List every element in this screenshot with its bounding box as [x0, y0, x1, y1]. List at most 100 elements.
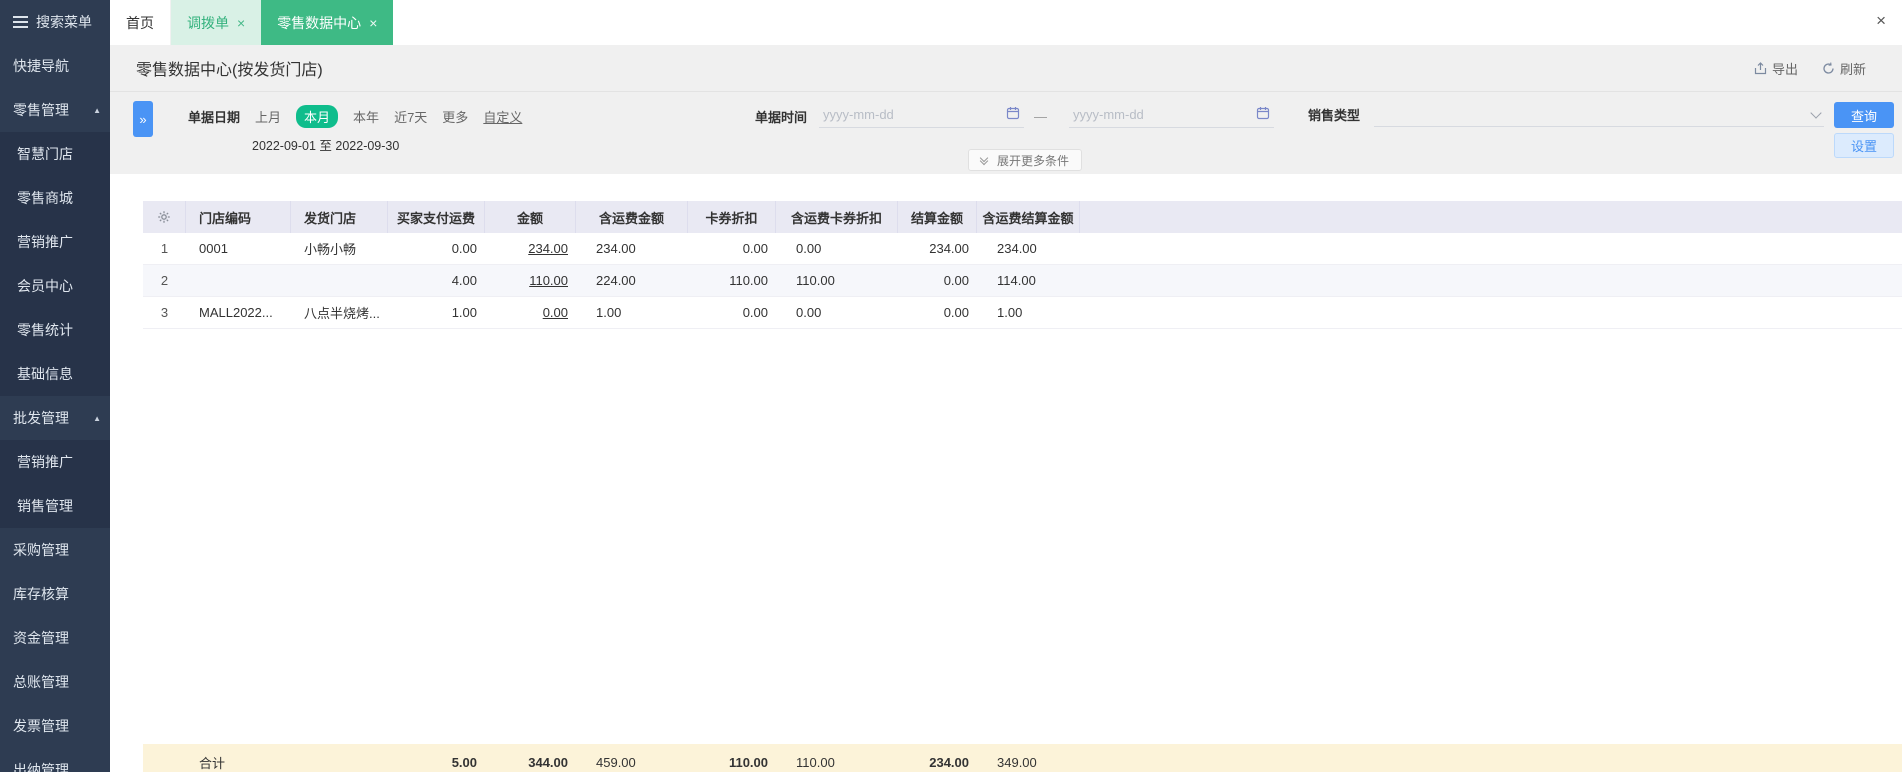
query-button[interactable]: 查询 [1834, 102, 1894, 128]
caret-up-icon: ▲ [93, 413, 101, 423]
sidebar-item-quick-nav[interactable]: 快捷导航 [0, 44, 110, 88]
cell-coupon-discount: 110.00 [729, 273, 768, 288]
end-date-field [1069, 105, 1275, 128]
column-settings-button[interactable] [143, 201, 186, 233]
table-row[interactable]: 3 MALL2022... 八点半烧烤... 1.00 0.00 1.00 0.… [143, 297, 1902, 329]
table-header-row: 门店编码 发货门店 买家支付运费 金额 含运费金额 卡券折扣 含运费卡券折扣 结… [143, 201, 1902, 233]
col-header-store-code[interactable]: 门店编码 [186, 201, 291, 233]
export-button[interactable]: 导出 [1754, 59, 1798, 78]
sidebar-item-retail-mall[interactable]: 零售商城 [0, 176, 110, 220]
col-header-coupon-incl-shipping[interactable]: 含运费卡券折扣 [776, 201, 898, 233]
collapse-filter-button[interactable]: » [133, 101, 153, 137]
cell-coupon-discount: 0.00 [742, 241, 768, 256]
cell-amount: 234.00 [485, 241, 576, 256]
cell-store-name: 八点半烧烤... [304, 306, 380, 321]
tab-close-icon[interactable]: × [237, 16, 245, 30]
sidebar-item-label: 零售商城 [17, 190, 73, 206]
refresh-label: 刷新 [1839, 61, 1866, 77]
sidebar: 搜索菜单 快捷导航 零售管理 ▲ 智慧门店 零售商城 营销推广 会员中心 零售统计… [0, 0, 110, 772]
close-icon[interactable]: × [1876, 11, 1886, 31]
settings-button[interactable]: 设置 [1834, 133, 1894, 158]
sidebar-search-menu[interactable]: 搜索菜单 [0, 0, 110, 44]
refresh-button[interactable]: 刷新 [1822, 59, 1866, 78]
sidebar-item-member-center[interactable]: 会员中心 [0, 264, 110, 308]
cell-store-code: MALL2022... [199, 305, 273, 320]
sidebar-item-wholesale-marketing[interactable]: 营销推广 [0, 440, 110, 484]
col-header-amount[interactable]: 金额 [485, 201, 576, 233]
date-option-more[interactable]: 更多 [442, 107, 468, 126]
amount-link[interactable]: 0.00 [543, 305, 568, 320]
cell-coupon-discount: 0.00 [742, 305, 768, 320]
sidebar-item-basic-info[interactable]: 基础信息 [0, 352, 110, 396]
cell-settlement-incl-shipping: 114.00 [997, 273, 1036, 288]
date-option-this-month[interactable]: 本月 [296, 105, 339, 128]
sidebar-item-retail-marketing[interactable]: 营销推广 [0, 220, 110, 264]
sidebar-item-label: 发票管理 [13, 718, 69, 734]
tab-label: 首页 [126, 14, 154, 31]
sidebar-group-wholesale-mgmt[interactable]: 批发管理 ▲ [0, 396, 110, 440]
cell-settlement-incl-shipping: 234.00 [997, 241, 1037, 256]
tab-transfer-order[interactable]: 调拨单 × [171, 0, 262, 45]
end-date-input[interactable] [1069, 105, 1275, 128]
expand-more-conditions-button[interactable]: 展开更多条件 [968, 149, 1083, 171]
col-header-shipping-store[interactable]: 发货门店 [291, 201, 388, 233]
col-header-settlement-incl-shipping[interactable]: 含运费结算金额 [977, 201, 1080, 233]
sidebar-item-label: 快捷导航 [13, 58, 69, 74]
cell-buyer-shipping: 4.00 [451, 273, 477, 288]
col-header-amount-incl-shipping[interactable]: 含运费金额 [576, 201, 688, 233]
sidebar-item-label: 营销推广 [17, 454, 73, 470]
table-row[interactable]: 2 4.00 110.00 224.00 110.00 110.00 0.00 … [143, 265, 1902, 297]
sidebar-item-label: 批发管理 [13, 410, 69, 426]
sidebar-item-inventory-accounting[interactable]: 库存核算 [0, 572, 110, 616]
date-option-this-year[interactable]: 本年 [353, 107, 379, 126]
sidebar-item-label: 会员中心 [17, 278, 73, 294]
tab-label: 零售数据中心 [277, 14, 362, 31]
date-option-last-7-days[interactable]: 近7天 [394, 107, 427, 126]
col-header-settlement[interactable]: 结算金额 [898, 201, 977, 233]
cell-buyer-shipping: 0.00 [451, 241, 477, 256]
cell-buyer-shipping: 1.00 [451, 305, 477, 320]
sidebar-item-retail-stats[interactable]: 零售统计 [0, 308, 110, 352]
tab-bar: 首页 调拨单 × 零售数据中心 × × [110, 0, 1902, 45]
sidebar-item-funds-mgmt[interactable]: 资金管理 [0, 616, 110, 660]
sidebar-item-label: 销售管理 [17, 498, 73, 514]
tab-retail-data-center[interactable]: 零售数据中心 × [261, 0, 394, 45]
expand-more-label: 展开更多条件 [997, 153, 1070, 168]
cell-settlement: 0.00 [943, 305, 969, 320]
sidebar-item-general-ledger[interactable]: 总账管理 [0, 660, 110, 704]
amount-link[interactable]: 234.00 [528, 241, 568, 256]
sidebar-item-purchase-mgmt[interactable]: 采购管理 [0, 528, 110, 572]
filter-bar: » 单据日期 上月 本月 本年 近7天 更多 自定义 2022-09-01 至 … [110, 91, 1902, 174]
cell-amount-incl-shipping: 234.00 [596, 241, 636, 256]
totals-buyer-shipping: 5.00 [451, 754, 477, 770]
table-row[interactable]: 1 0001 小畅小畅 0.00 234.00 234.00 0.00 0.00… [143, 233, 1902, 265]
totals-amount-incl-shipping: 459.00 [596, 754, 636, 770]
sales-type-select[interactable] [1374, 105, 1825, 127]
col-header-coupon-discount[interactable]: 卡券折扣 [688, 201, 776, 233]
cell-row-index: 3 [160, 305, 169, 320]
cell-amount-incl-shipping: 1.00 [596, 305, 622, 320]
time-filter-group: 单据时间 — [755, 105, 1275, 128]
date-option-last-month[interactable]: 上月 [255, 107, 281, 126]
sidebar-group-retail-mgmt[interactable]: 零售管理 ▲ [0, 88, 110, 132]
sidebar-item-cashier-mgmt[interactable]: 出纳管理 [0, 748, 110, 772]
col-header-buyer-shipping[interactable]: 买家支付运费 [388, 201, 485, 233]
totals-settlement: 234.00 [929, 754, 969, 770]
data-table: 门店编码 发货门店 买家支付运费 金额 含运费金额 卡券折扣 含运费卡券折扣 结… [143, 201, 1902, 329]
calendar-icon[interactable] [1006, 106, 1020, 123]
calendar-icon[interactable] [1256, 106, 1270, 123]
sidebar-item-invoice-mgmt[interactable]: 发票管理 [0, 704, 110, 748]
amount-link[interactable]: 110.00 [529, 273, 568, 288]
sidebar-item-label: 总账管理 [13, 674, 69, 690]
cell-amount: 110.00 [485, 273, 576, 288]
sales-type-label: 销售类型 [1308, 108, 1361, 123]
tab-home[interactable]: 首页 [110, 0, 171, 45]
tab-close-icon[interactable]: × [369, 16, 377, 30]
sidebar-item-smart-store[interactable]: 智慧门店 [0, 132, 110, 176]
start-date-input[interactable] [819, 105, 1025, 128]
title-bar: 零售数据中心(按发货门店) 导出 刷新 [110, 45, 1902, 91]
tab-label: 调拨单 [187, 14, 229, 31]
date-option-custom[interactable]: 自定义 [483, 107, 522, 126]
sidebar-item-sales-mgmt[interactable]: 销售管理 [0, 484, 110, 528]
totals-coupon-discount: 110.00 [728, 754, 768, 770]
